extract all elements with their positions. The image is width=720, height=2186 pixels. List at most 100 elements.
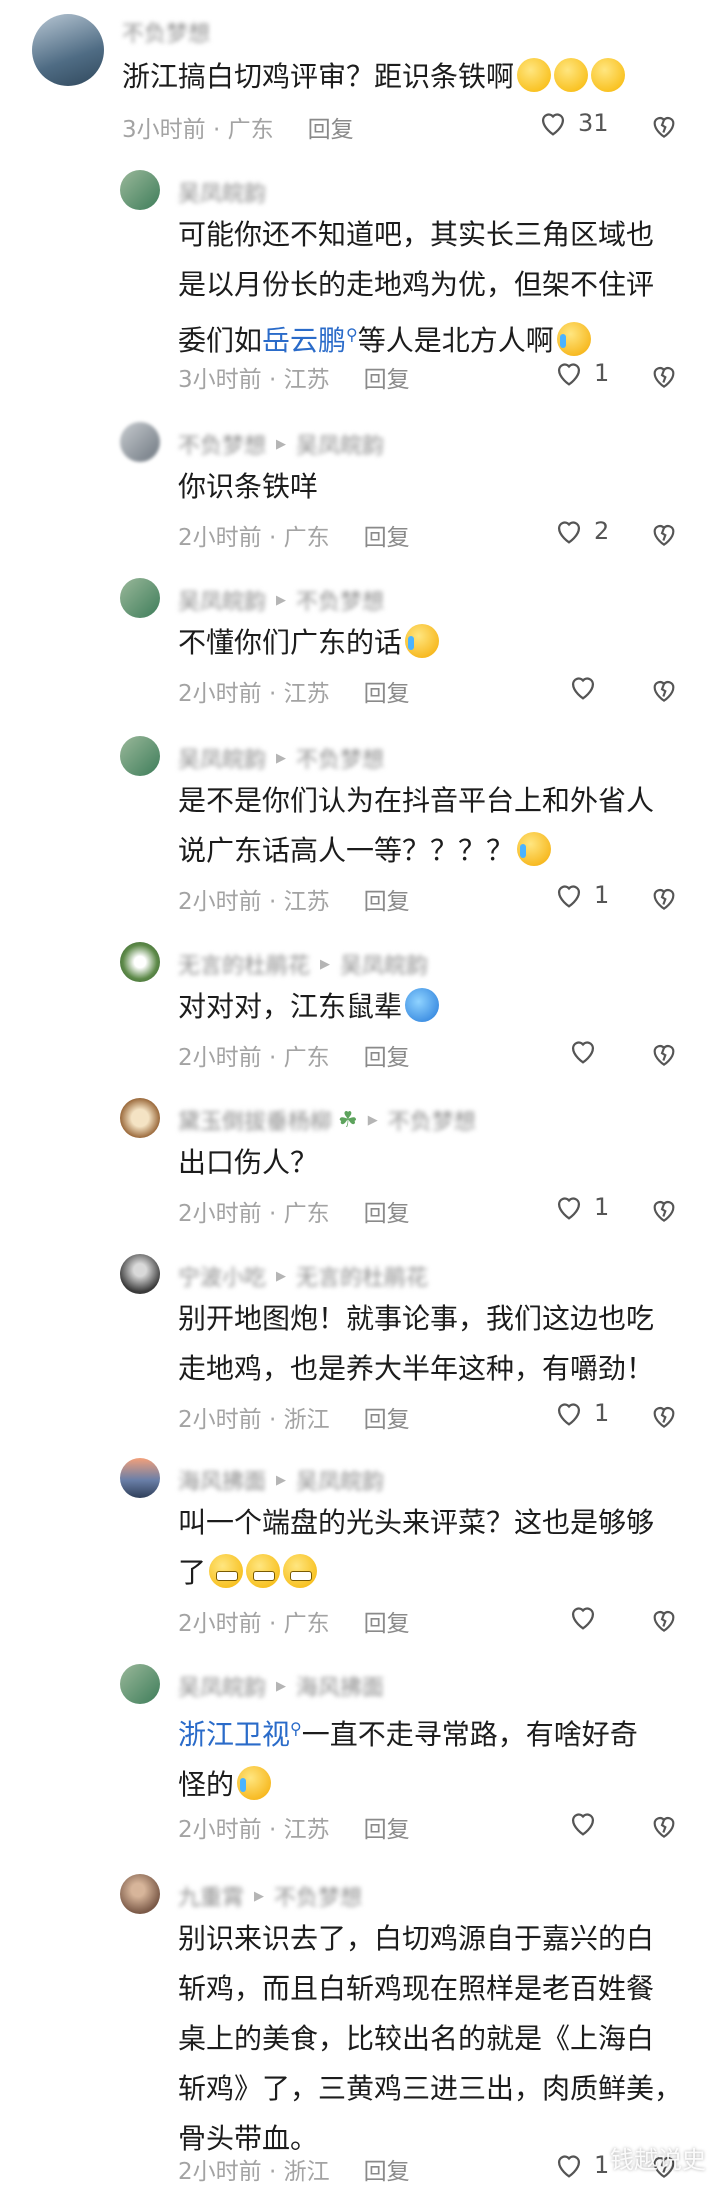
comment-text: 对对对，江东鼠辈 <box>178 982 440 1032</box>
reply-to-username[interactable]: 不负梦想 <box>296 584 384 616</box>
like-button[interactable]: 1 <box>552 878 609 912</box>
dislike-button[interactable] <box>648 360 680 396</box>
heart-outline-icon <box>571 677 595 700</box>
comment-text: 是不是你们认为在抖音平台上和外省人 说广东话高人一等？？？？ <box>178 784 655 867</box>
reply-to-username[interactable]: 无言的杜鹃花 <box>296 1260 428 1292</box>
username[interactable]: 不负梦想 <box>178 428 266 460</box>
avatar[interactable] <box>120 1874 160 1914</box>
reply-button[interactable]: 回复 <box>364 1611 410 1637</box>
reply-comment: 吴凤皖韵 可能你还不知道吧，其实长三角区域也 是以月份长的走地鸡为优，但架不住评… <box>0 170 720 410</box>
reply-to-username[interactable]: 吴凤皖韵 <box>296 1464 384 1496</box>
like-button[interactable] <box>566 670 608 704</box>
avatar[interactable] <box>120 578 160 618</box>
username[interactable]: 吴凤皖韵 <box>178 176 266 208</box>
sleepy-emoji-icon <box>517 58 552 92</box>
broken-heart-icon <box>653 1611 675 1632</box>
like-count: 31 <box>578 109 609 137</box>
comment-meta: 2小时前 · 浙江 回复 <box>178 2159 410 2185</box>
avatar[interactable] <box>120 1098 160 1138</box>
avatar[interactable] <box>120 170 160 210</box>
dislike-button[interactable] <box>648 1810 680 1846</box>
heart-outline-icon <box>557 885 581 908</box>
dislike-button[interactable] <box>648 1194 680 1230</box>
username[interactable]: 海风拂面 <box>178 1464 266 1496</box>
triangle-right-icon: ▶ <box>276 1678 287 1694</box>
dislike-button[interactable] <box>648 674 680 710</box>
username[interactable]: 吴凤皖韵 <box>178 1670 266 1702</box>
reply-button[interactable]: 回复 <box>364 681 410 707</box>
dislike-button[interactable] <box>648 110 680 146</box>
mention-link[interactable]: 浙江卫视 <box>178 1718 290 1751</box>
comment-top-level: 不负梦想 浙江搞白切鸡评审？距识条铁啊 3小时前 · 广东 回复 31 <box>0 0 720 150</box>
like-button[interactable]: 1 <box>552 1190 609 1224</box>
clover-icon: ☘ <box>338 1107 358 1133</box>
reply-to-username[interactable]: 吴凤皖韵 <box>296 428 384 460</box>
reply-to-username[interactable]: 海风拂面 <box>296 1670 384 1702</box>
comment-text: 可能你还不知道吧，其实长三角区域也 是以月份长的走地鸡为优，但架不住评 委们如岳… <box>178 218 655 357</box>
username[interactable]: 九重霄 <box>178 1880 244 1912</box>
username[interactable]: 吴凤皖韵 <box>178 742 266 774</box>
reply-button[interactable]: 回复 <box>308 117 354 143</box>
reply-button[interactable]: 回复 <box>364 889 410 915</box>
reply-to-username[interactable]: 不负梦想 <box>388 1104 476 1136</box>
reply-button[interactable]: 回复 <box>364 525 410 551</box>
reply-comment: 不负梦想 ▶ 吴凤皖韵 你识条铁咩 2小时前 · 广东 回复 2 <box>0 422 720 562</box>
comment-meta: 2小时前 · 广东 回复 <box>178 1201 410 1227</box>
like-button[interactable]: 31 <box>536 106 609 140</box>
triangle-right-icon: ▶ <box>276 592 287 608</box>
reply-button[interactable]: 回复 <box>364 1817 410 1843</box>
dislike-button[interactable] <box>648 1604 680 1640</box>
search-icon: ⚲ <box>346 325 358 344</box>
comment-meta: 2小时前 · 江苏 回复 <box>178 1817 410 1843</box>
avatar[interactable] <box>120 1254 160 1294</box>
cold-face-emoji-icon <box>405 988 440 1022</box>
like-button[interactable] <box>566 1034 608 1068</box>
avatar[interactable] <box>32 14 104 86</box>
comment-meta: 3小时前 · 江苏 回复 <box>178 367 410 393</box>
sleepy-emoji-icon <box>554 58 589 92</box>
reply-button[interactable]: 回复 <box>364 1045 410 1071</box>
avatar[interactable] <box>120 422 160 462</box>
triangle-right-icon: ▶ <box>276 436 287 452</box>
triangle-right-icon: ▶ <box>276 1268 287 1284</box>
avatar[interactable] <box>120 942 160 982</box>
like-count: 1 <box>594 1399 610 1427</box>
broken-heart-icon <box>653 681 675 702</box>
username[interactable]: 宁波小吃 <box>178 1260 266 1292</box>
like-button[interactable]: 1 <box>552 2148 609 2182</box>
like-button[interactable] <box>566 1600 608 1634</box>
comment-meta: 2小时前 · 广东 回复 <box>178 1045 410 1071</box>
dislike-button[interactable] <box>648 1038 680 1074</box>
comment-meta: 2小时前 · 广东 回复 <box>178 1611 410 1637</box>
username[interactable]: 吴凤皖韵 <box>178 584 266 616</box>
reply-to-username[interactable]: 吴凤皖韵 <box>340 948 428 980</box>
reply-to-username[interactable]: 不负梦想 <box>274 1880 362 1912</box>
like-button[interactable]: 1 <box>552 1396 609 1430</box>
broken-heart-icon <box>653 1407 675 1428</box>
grinning-emoji-icon <box>246 1554 281 1588</box>
username[interactable]: 不负梦想 <box>122 16 210 48</box>
dislike-button[interactable] <box>648 882 680 918</box>
like-button[interactable]: 2 <box>552 514 609 548</box>
comment-text: 浙江搞白切鸡评审？距识条铁啊 <box>122 52 626 102</box>
reply-button[interactable]: 回复 <box>364 2159 410 2185</box>
avatar[interactable] <box>120 736 160 776</box>
dislike-button[interactable] <box>648 1400 680 1436</box>
reply-button[interactable]: 回复 <box>364 367 410 393</box>
reply-to-username[interactable]: 不负梦想 <box>296 742 384 774</box>
broken-heart-icon <box>653 525 675 546</box>
dislike-button[interactable] <box>648 518 680 554</box>
like-count: 2 <box>594 517 610 545</box>
like-button[interactable]: 1 <box>552 356 609 390</box>
avatar[interactable] <box>120 1664 160 1704</box>
reply-button[interactable]: 回复 <box>364 1201 410 1227</box>
username[interactable]: 黛玉倒拔垂杨柳 <box>178 1104 332 1136</box>
username[interactable]: 无言的杜鹃花 <box>178 948 310 980</box>
reply-button[interactable]: 回复 <box>364 1407 410 1433</box>
heart-outline-icon <box>571 1607 595 1630</box>
avatar[interactable] <box>120 1458 160 1498</box>
mention-link[interactable]: 岳云鹏 <box>262 324 346 357</box>
like-button[interactable] <box>566 1806 608 1840</box>
reply-comment: 吴凤皖韵 ▶ 海风拂面 浙江卫视⚲一直不走寻常路，有啥好奇 怪的 2小时前 · … <box>0 1664 720 1854</box>
heart-outline-icon <box>557 1197 581 1220</box>
